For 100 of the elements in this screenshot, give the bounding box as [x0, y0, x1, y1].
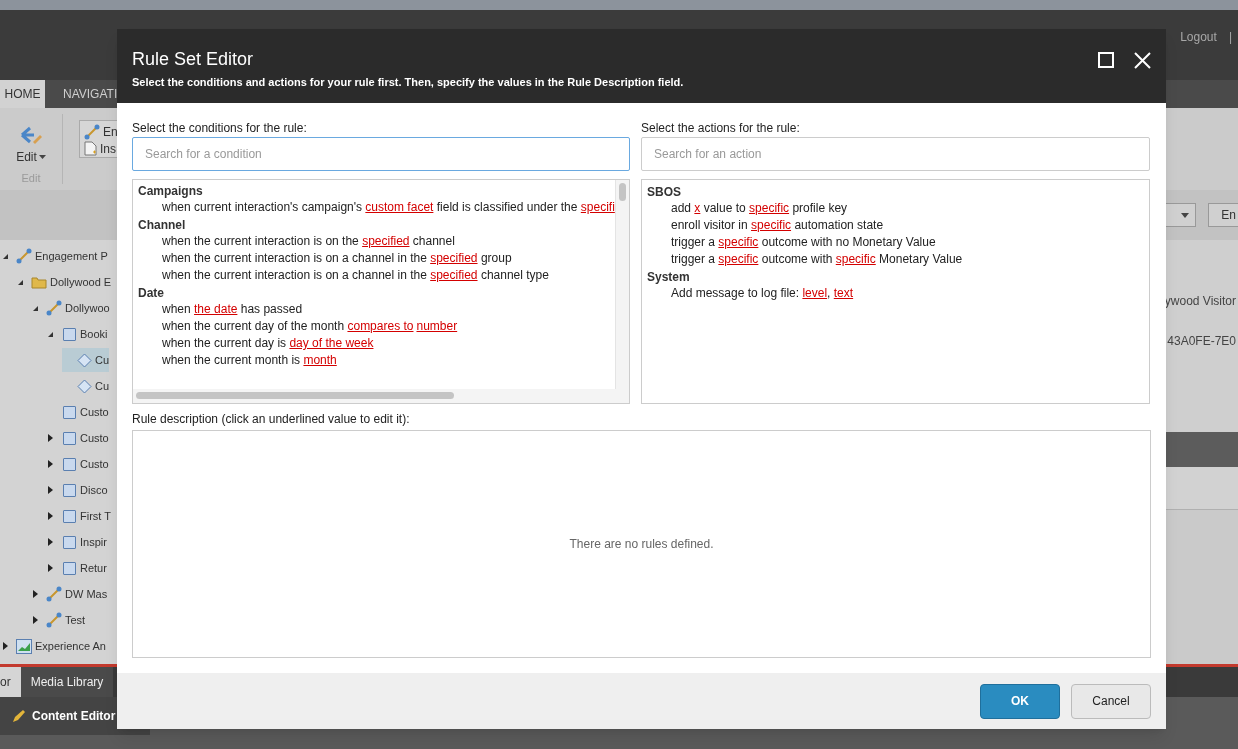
- expand-arrow-icon[interactable]: [2, 642, 9, 650]
- node-line-icon: [46, 612, 62, 628]
- condition-text[interactable]: when the date has passed: [138, 301, 610, 318]
- tree-item[interactable]: Custo: [47, 400, 109, 424]
- close-button[interactable]: [1133, 51, 1151, 69]
- edit-dropdown-button[interactable]: Edit: [16, 148, 46, 166]
- collapse-arrow-icon[interactable]: [47, 330, 54, 338]
- vertical-scrollbar[interactable]: [615, 180, 629, 389]
- action-text[interactable]: Add message to log file: level, text: [647, 285, 1144, 302]
- tree-item[interactable]: Booki: [47, 322, 108, 346]
- value-link[interactable]: specified: [430, 268, 478, 282]
- tree-item[interactable]: Dollywoo: [32, 296, 110, 320]
- condition-text[interactable]: when the current interaction is on the specified channel: [138, 233, 610, 250]
- value-link[interactable]: specified: [430, 251, 478, 265]
- diamond-icon: [76, 378, 92, 394]
- separator-text: |: [1228, 29, 1232, 46]
- condition-text[interactable]: when the current month is month: [138, 352, 610, 369]
- node-line-icon: [84, 123, 100, 140]
- node-line-icon: [46, 586, 62, 602]
- status-title: Content Editor: [32, 708, 116, 725]
- tree-item[interactable]: Experience An: [2, 634, 106, 658]
- tree-item[interactable]: Engagement P: [2, 244, 108, 268]
- condition-text[interactable]: when the current day of the month compares to number: [138, 318, 610, 335]
- actions-label: Select the actions for the rule:: [641, 120, 801, 137]
- action-text[interactable]: add x value to specific profile key: [647, 200, 1144, 217]
- square-icon: [62, 457, 76, 471]
- category-heading: Channel: [138, 218, 187, 233]
- value-link[interactable]: specified: [362, 234, 410, 248]
- tree-item[interactable]: Cu: [62, 348, 110, 372]
- value-link[interactable]: specific: [751, 218, 792, 232]
- value-link[interactable]: compares to: [347, 319, 414, 333]
- value-link[interactable]: text: [833, 286, 854, 300]
- value-link[interactable]: specific: [835, 252, 876, 266]
- expand-arrow-icon[interactable]: [47, 434, 54, 442]
- bottom-tab[interactable]: or: [0, 667, 21, 697]
- category-heading: SBOS: [647, 185, 682, 200]
- value-link[interactable]: x: [694, 201, 701, 215]
- expand-arrow-icon[interactable]: [47, 564, 54, 572]
- category-heading: System: [647, 270, 691, 285]
- dialog-title: Rule Set Editor: [132, 48, 255, 71]
- pencil-icon: [12, 709, 26, 723]
- square-icon: [62, 561, 76, 575]
- value-link[interactable]: specific: [718, 235, 759, 249]
- toolbar-button[interactable]: En: [1208, 203, 1238, 227]
- tree-item[interactable]: Custo: [47, 452, 109, 476]
- node-line-icon: [16, 248, 32, 264]
- square-icon: [62, 405, 76, 419]
- collapse-arrow-icon[interactable]: [17, 278, 24, 286]
- ribbon-tab[interactable]: NAVIGATI: [63, 80, 118, 108]
- expand-arrow-icon[interactable]: [47, 460, 54, 468]
- tree-item[interactable]: Custo: [47, 426, 109, 450]
- search-field[interactable]: Search for a condition: [132, 137, 630, 171]
- horizontal-scrollbar[interactable]: [133, 389, 629, 403]
- expand-arrow-icon[interactable]: [47, 486, 54, 494]
- description-label: Rule description (click an underlined value to edit it):: [132, 411, 411, 428]
- value-link[interactable]: the date: [194, 302, 238, 316]
- ribbon-tab[interactable]: HOME: [0, 80, 45, 108]
- document-icon: [84, 141, 97, 156]
- condition-text[interactable]: when the current interaction is on a channel in the specified group: [138, 250, 610, 267]
- tree-item[interactable]: Inspir: [47, 530, 107, 554]
- expand-arrow-icon[interactable]: [47, 512, 54, 520]
- collapse-arrow-icon[interactable]: [2, 252, 9, 260]
- condition-text[interactable]: when the current interaction is on a channel in the specified channel type: [138, 267, 610, 284]
- ok-button[interactable]: OK: [980, 683, 1060, 719]
- logout-link[interactable]: Logout: [1180, 28, 1217, 46]
- action-text[interactable]: trigger a specific outcome with no Monetary Value: [647, 234, 1144, 251]
- square-icon: [62, 535, 76, 549]
- condition-text[interactable]: when the current day is day of the week: [138, 335, 610, 352]
- category-heading: Date: [138, 286, 165, 301]
- tree-item[interactable]: Cu: [62, 374, 110, 398]
- bottom-tab[interactable]: Media Library: [20, 667, 114, 697]
- tree-item[interactable]: Retur: [47, 556, 107, 580]
- value-link[interactable]: month: [303, 353, 337, 367]
- tree-item[interactable]: Disco: [47, 478, 108, 502]
- cancel-button[interactable]: Cancel: [1071, 683, 1151, 719]
- tree-item[interactable]: Dollywood E: [17, 270, 112, 294]
- caret-icon: [1181, 212, 1189, 218]
- value-link[interactable]: specific: [718, 252, 759, 266]
- tree-item[interactable]: DW Mas: [32, 582, 108, 606]
- expand-arrow-icon[interactable]: [32, 616, 39, 624]
- value-link[interactable]: specific: [749, 201, 790, 215]
- search-field[interactable]: Search for an action: [641, 137, 1150, 171]
- action-text[interactable]: trigger a specific outcome with specific Monetary Value: [647, 251, 1144, 268]
- maximize-button[interactable]: [1097, 51, 1115, 69]
- conditions-label: Select the conditions for the rule:: [132, 120, 308, 137]
- expand-arrow-icon[interactable]: [32, 590, 39, 598]
- action-text[interactable]: enroll visitor in specific automation state: [647, 217, 1144, 234]
- square-icon: [62, 327, 76, 341]
- tree-item[interactable]: First T: [47, 504, 111, 528]
- value-link[interactable]: custom facet: [365, 200, 434, 214]
- tree-item[interactable]: Test: [32, 608, 86, 632]
- maximize-icon: [1098, 52, 1114, 68]
- value-link[interactable]: number: [416, 319, 458, 333]
- expand-arrow-icon[interactable]: [47, 538, 54, 546]
- close-icon: [1133, 51, 1151, 69]
- diamond-icon: [76, 352, 92, 368]
- square-icon: [62, 483, 76, 497]
- value-link[interactable]: day of the week: [289, 336, 374, 350]
- collapse-arrow-icon[interactable]: [32, 304, 39, 312]
- value-link[interactable]: specifi: [580, 200, 615, 214]
